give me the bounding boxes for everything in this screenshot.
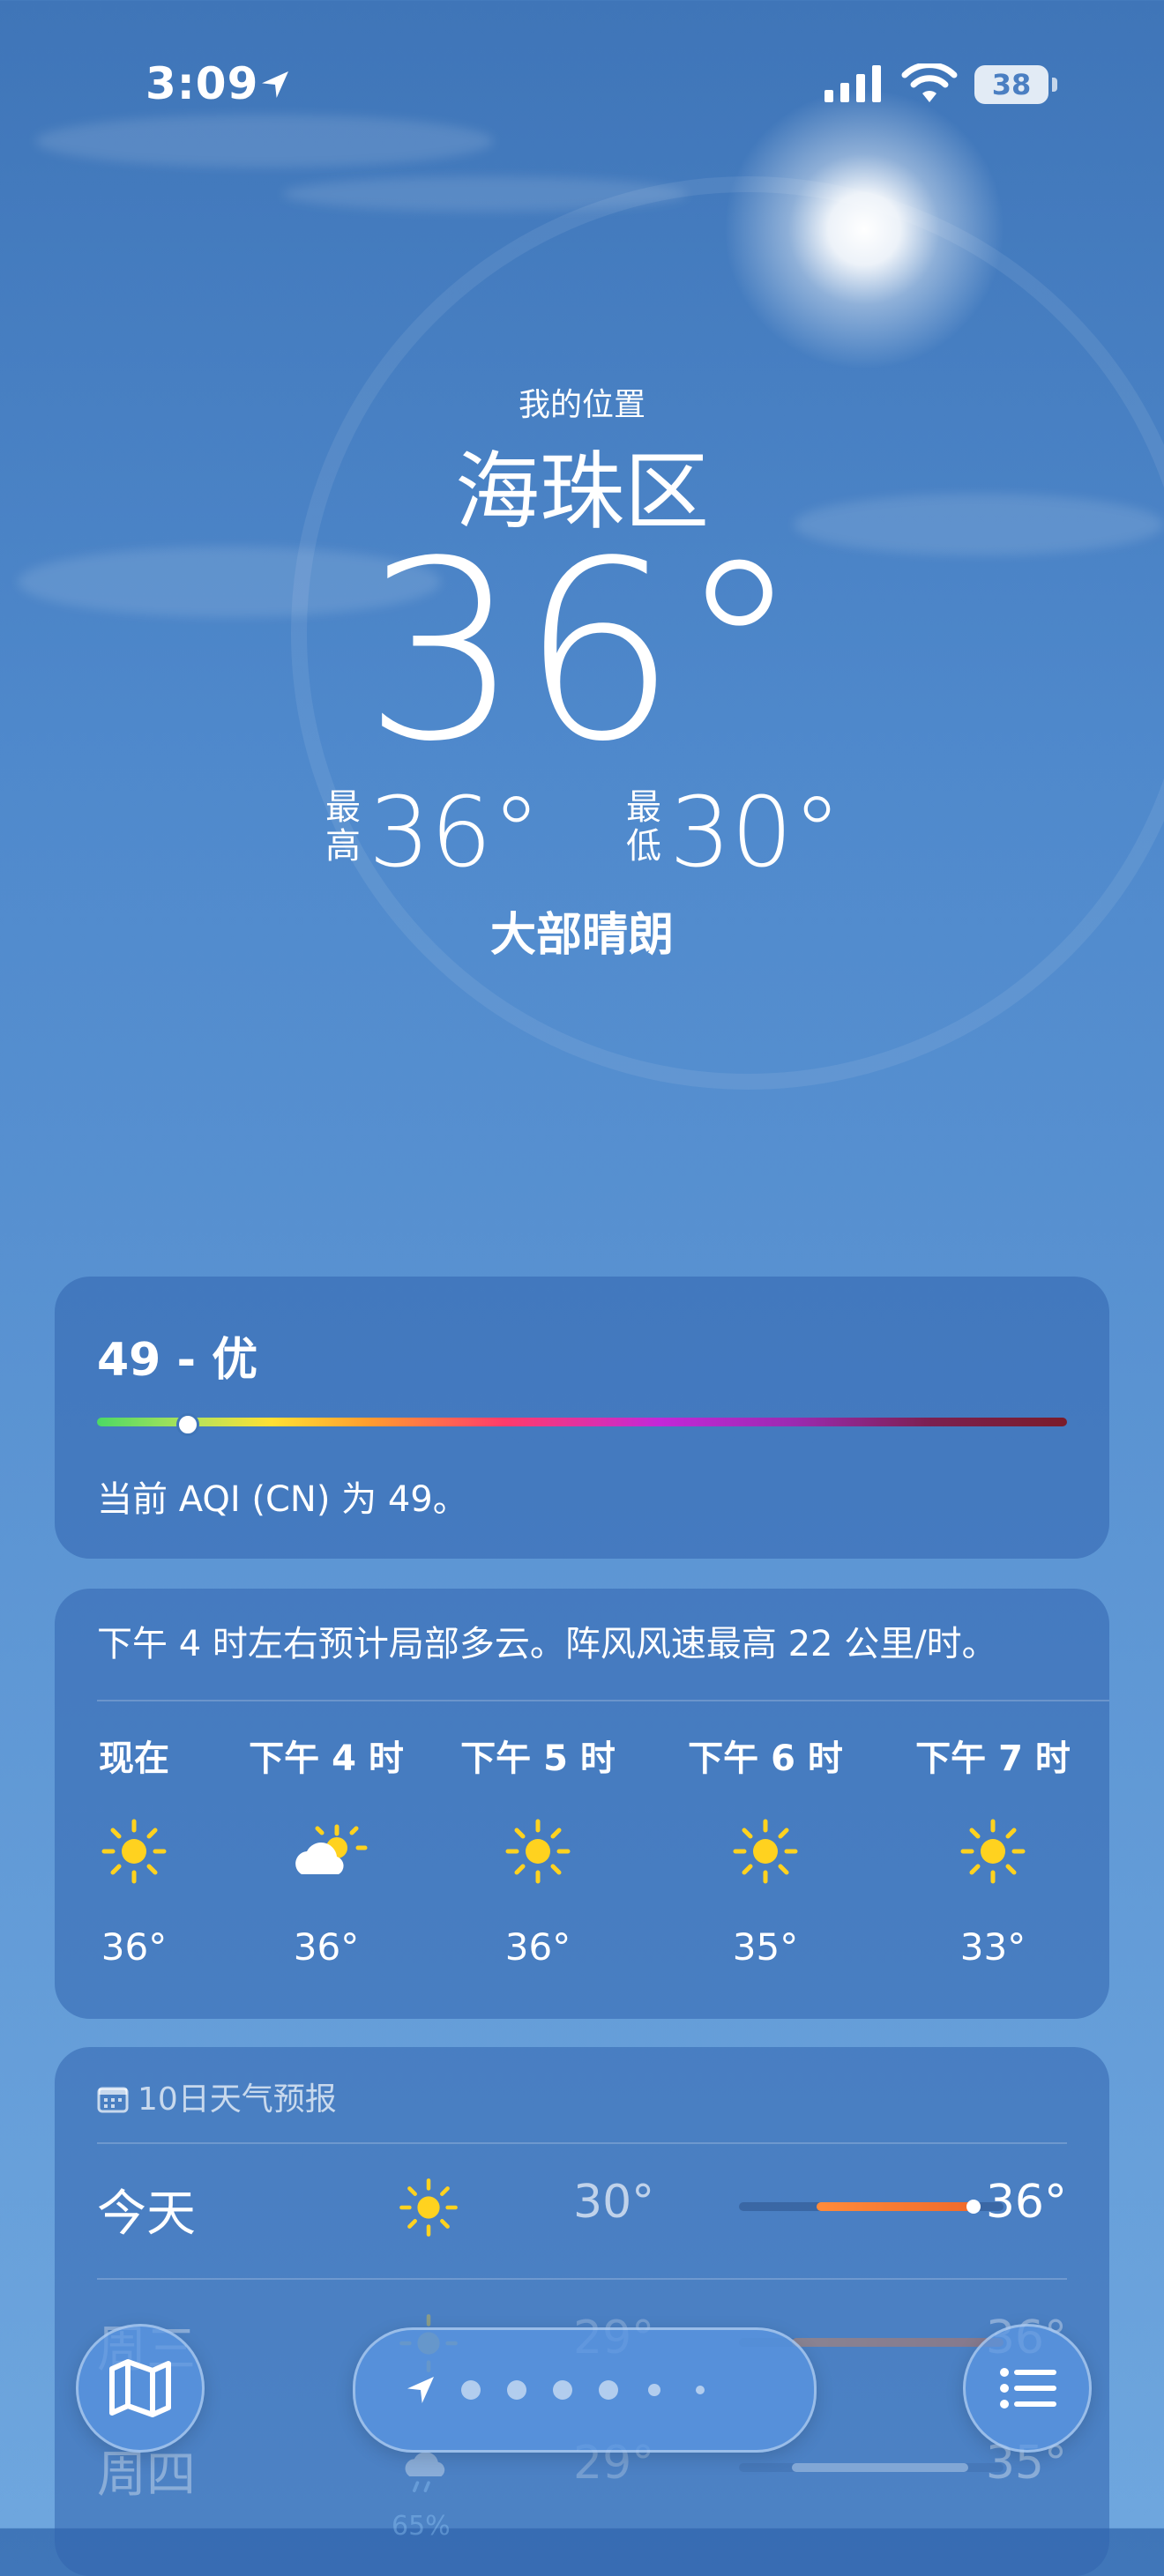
hour-item[interactable]: 下午 6 时 35° [686, 1730, 845, 1969]
page-dot[interactable] [648, 2384, 660, 2396]
sun-icon [914, 1816, 1072, 1887]
divider [97, 1700, 1109, 1701]
hour-label: 现在 [99, 1738, 169, 1779]
aqi-scale-bar [97, 1413, 1067, 1436]
low-temp: 30° [668, 776, 841, 889]
page-dot[interactable] [507, 2380, 526, 2400]
aqi-title: 49 - 优 [97, 1334, 258, 1387]
page-indicator[interactable] [353, 2327, 817, 2453]
day-low: 30° [573, 2176, 655, 2229]
sun-icon [686, 1816, 845, 1887]
hour-item[interactable]: 下午 7 时 33° [914, 1730, 1072, 1969]
page-dot[interactable] [553, 2380, 572, 2400]
location-caption: 我的位置 [518, 387, 645, 423]
list-icon [1000, 2368, 1056, 2408]
current-temp-dot [966, 2200, 981, 2214]
current-temperature: 36° [362, 509, 802, 796]
temp-range-fill [817, 2202, 974, 2211]
hour-temp: 36° [504, 1925, 571, 1969]
page-dot[interactable] [599, 2380, 618, 2400]
hourly-summary: 下午 4 时左右预计局部多云。阵风风速最高 22 公里/时。 [97, 1624, 997, 1664]
hour-item[interactable]: 下午 4 时 36° [247, 1730, 406, 1969]
temp-range-bar [739, 2200, 1004, 2214]
aqi-description: 当前 AQI (CN) 为 49。 [97, 1479, 468, 1520]
temp-range-bar [739, 2463, 1004, 2472]
hour-temp: 35° [732, 1925, 799, 1969]
page-dot[interactable] [696, 2386, 705, 2394]
temp-range-fill [792, 2463, 968, 2472]
sun-icon [55, 1816, 213, 1887]
current-location-icon [407, 2377, 434, 2403]
hour-temp: 33° [959, 1925, 1026, 1969]
day-label: 今天 [97, 2185, 196, 2243]
hour-temp: 36° [293, 1925, 360, 1969]
high-label: 最高 [325, 786, 362, 867]
hour-temp: 36° [101, 1925, 168, 1969]
high-low-temperature: 最高36° 最低30° [0, 776, 1164, 889]
battery-tip [1052, 78, 1057, 92]
calendar-icon [97, 2087, 129, 2113]
sun-glow [723, 88, 1005, 370]
wifi-icon [901, 63, 958, 102]
hour-label: 下午 5 时 [460, 1738, 616, 1779]
low-label: 最低 [625, 786, 661, 867]
battery-indicator: 38 [974, 65, 1048, 104]
signal-icon [824, 65, 881, 102]
status-bar: 3:09 38 [0, 49, 1164, 120]
daily-row[interactable]: 今天 30° 36° [97, 2144, 1067, 2267]
high-temp: 36° [369, 776, 541, 889]
hour-item[interactable]: 现在 36° [55, 1730, 213, 1969]
day-high: 36° [985, 2176, 1067, 2229]
hourly-forecast-card[interactable]: 下午 4 时左右预计局部多云。阵风风速最高 22 公里/时。 现在 36° 下午… [55, 1589, 1109, 2019]
ten-day-forecast-card[interactable]: 10日天气预报 今天 30° 36° 周三 29° 36° 周四 65% 29°… [55, 2047, 1109, 2576]
ten-day-title: 10日天气预报 [138, 2081, 337, 2118]
location-list-button[interactable] [963, 2324, 1092, 2453]
location-arrow-icon [262, 71, 288, 98]
precip-chance: 65% [392, 2511, 451, 2542]
map-icon [109, 2359, 171, 2417]
partly-cloudy-icon [247, 1816, 406, 1887]
page-dot[interactable] [461, 2380, 481, 2400]
hour-label: 下午 4 时 [249, 1738, 404, 1779]
cloud-streak [282, 176, 688, 212]
status-time: 3:09 [146, 58, 259, 109]
weather-condition: 大部晴朗 [489, 909, 674, 962]
aqi-card[interactable]: 49 - 优 当前 AQI (CN) 为 49。 [55, 1277, 1109, 1559]
hour-label: 下午 6 时 [688, 1738, 843, 1779]
aqi-indicator [175, 1413, 199, 1436]
cloud-streak [35, 115, 494, 168]
hour-label: 下午 7 时 [915, 1738, 1071, 1779]
sun-icon [459, 1816, 617, 1887]
map-button[interactable] [76, 2324, 205, 2453]
sun-icon [397, 2176, 460, 2243]
ten-day-header: 10日天气预报 [97, 2073, 337, 2119]
hour-item[interactable]: 下午 5 时 36° [459, 1730, 617, 1969]
